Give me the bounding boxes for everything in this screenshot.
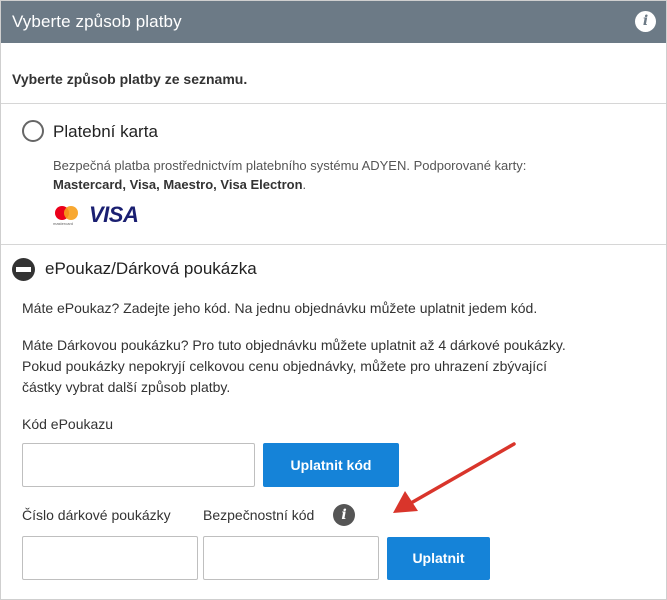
payment-method-panel: Vyberte způsob platby i Vyberte způsob p… bbox=[0, 0, 667, 600]
arrow-line bbox=[409, 442, 516, 505]
arrow-annotation bbox=[393, 442, 516, 513]
